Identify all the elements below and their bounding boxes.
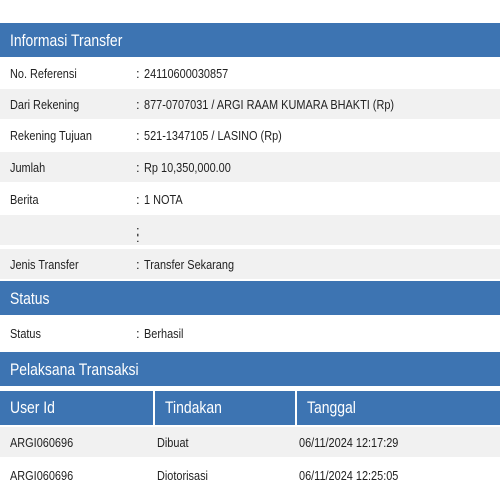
info-label: Rekening Tujuan <box>10 127 92 143</box>
info-colon: : <box>136 96 140 112</box>
column-header-label: User Id <box>10 398 55 417</box>
info-label: Berita <box>10 191 39 207</box>
transfer-detail-page: Informasi Transfer No. Referensi : 24110… <box>0 0 500 500</box>
status-row: Status : Berhasil <box>0 318 500 348</box>
cell-tanggal: 06/11/2024 12:25:05 <box>299 468 399 483</box>
info-row-rekening-tujuan: Rekening Tujuan : 521-1347105 / LASINO (… <box>0 120 500 150</box>
info-row-berita: Berita : 1 NOTA <box>0 184 500 214</box>
info-label: No. Referensi <box>10 65 77 81</box>
info-label: Dari Rekening <box>10 96 80 112</box>
cell-user-id: ARGI060696 <box>10 468 74 483</box>
info-colon: : <box>136 159 140 175</box>
table-row: ARGI060696 Diotorisasi 06/11/2024 12:25:… <box>0 460 500 490</box>
info-row-dari-rekening: Dari Rekening : 877-0707031 / ARGI RAAM … <box>0 89 500 119</box>
column-header-user-id: User Id <box>0 391 153 425</box>
cell-tindakan: Dibuat <box>157 435 189 450</box>
pelaksana-section-header: Pelaksana Transaksi <box>0 352 500 386</box>
info-value: 521-1347105 / LASINO (Rp) <box>144 127 282 143</box>
cell-user-id: ARGI060696 <box>10 435 74 450</box>
column-header-tanggal: Tanggal <box>297 391 500 425</box>
column-header-label: Tanggal <box>307 398 356 417</box>
cell-tanggal: 06/11/2024 12:17:29 <box>299 435 399 450</box>
status-label: Status <box>10 325 41 341</box>
info-row-blank-2: : <box>0 218 500 248</box>
info-value: 24110600030857 <box>144 65 229 81</box>
info-section-header: Informasi Transfer <box>0 23 500 57</box>
info-value: Transfer Sekarang <box>144 256 235 272</box>
info-colon: : <box>136 65 140 81</box>
status-colon: : <box>136 325 140 341</box>
status-value: Berhasil <box>144 325 184 341</box>
info-row-jumlah: Jumlah : Rp 10,350,000.00 <box>0 152 500 182</box>
column-header-label: Tindakan <box>165 398 222 417</box>
pelaksana-section-title: Pelaksana Transaksi <box>10 359 139 379</box>
cell-tindakan: Diotorisasi <box>157 468 208 483</box>
info-colon: : <box>136 256 140 272</box>
table-row: ARGI060696 Dibuat 06/11/2024 12:17:29 <box>0 427 500 457</box>
info-value: Rp 10,350,000.00 <box>144 159 231 175</box>
info-value: 877-0707031 / ARGI RAAM KUMARA BHAKTI (R… <box>144 96 395 112</box>
info-label: Jenis Transfer <box>10 256 79 272</box>
status-section-title: Status <box>10 288 50 308</box>
column-header-tindakan: Tindakan <box>155 391 295 425</box>
info-colon: : <box>136 191 140 207</box>
info-value: 1 NOTA <box>144 191 183 207</box>
info-colon: : <box>136 127 140 143</box>
info-row-jenis-transfer: Jenis Transfer : Transfer Sekarang <box>0 249 500 279</box>
info-section-title: Informasi Transfer <box>10 30 123 50</box>
info-row-referensi: No. Referensi : 24110600030857 <box>0 58 500 88</box>
status-section-header: Status <box>0 281 500 315</box>
info-label: Jumlah <box>10 159 46 175</box>
info-colon: : <box>136 230 140 245</box>
